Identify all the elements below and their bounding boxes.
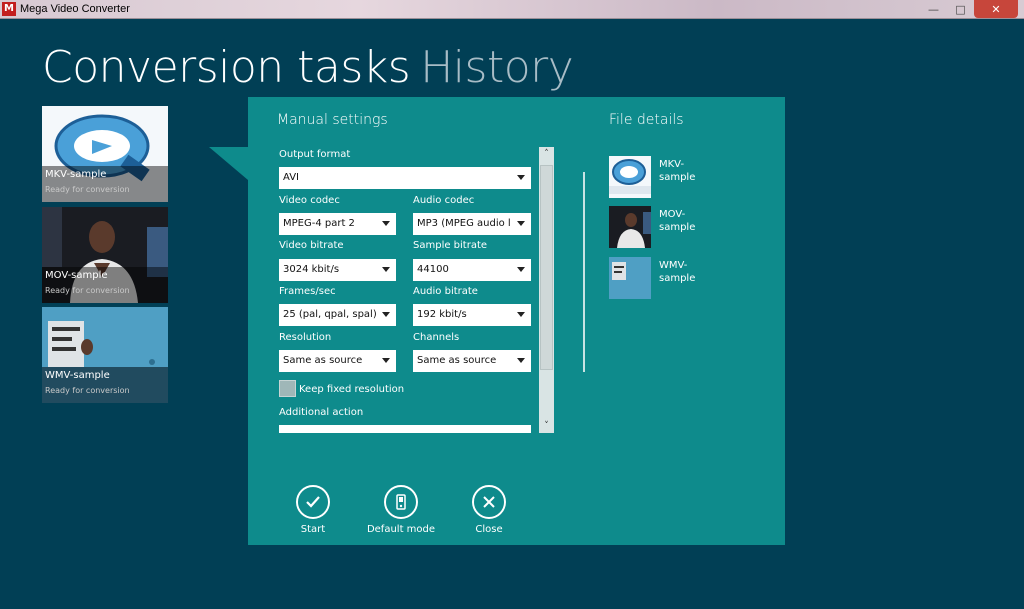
start-label: Start <box>300 524 326 535</box>
chevron-down-icon <box>517 267 525 272</box>
window-title-bar: M Mega Video Converter — □ ✕ <box>0 0 1024 19</box>
maximize-button[interactable]: □ <box>947 0 974 18</box>
default-mode-label: Default mode <box>366 524 436 535</box>
resolution-value: Same as source <box>283 355 363 366</box>
chevron-down-icon <box>517 312 525 317</box>
task-name: MKV-sample <box>45 169 107 180</box>
close-label: Close <box>475 524 503 535</box>
audio-bitrate-select[interactable]: 192 kbit/s <box>413 304 531 326</box>
chevron-down-icon <box>517 358 525 363</box>
output-format-label: Output format <box>279 149 351 160</box>
keep-fixed-resolution-label: Keep fixed resolution <box>299 384 405 395</box>
file-detail-item[interactable]: MKV-sample <box>609 156 779 198</box>
audio-codec-label: Audio codec <box>413 195 475 206</box>
chevron-down-icon <box>382 221 390 226</box>
task-status: Ready for conversion <box>45 286 130 295</box>
task-tile-mov[interactable]: MOV-sample Ready for conversion <box>42 207 168 303</box>
output-format-value: AVI <box>283 172 299 183</box>
close-icon <box>472 485 506 519</box>
audio-bitrate-label: Audio bitrate <box>413 286 478 297</box>
chevron-down-icon <box>517 221 525 226</box>
audio-codec-value: MP3 (MPEG audio lay <box>417 218 511 229</box>
person-video-thumbnail-icon <box>609 206 651 248</box>
video-thumbnail <box>609 206 651 248</box>
settings-form: Output format AVI Video codec Audio code… <box>279 147 532 433</box>
audio-codec-select[interactable]: MP3 (MPEG audio lay <box>413 213 531 235</box>
settings-panel: Manual settings File details Output form… <box>248 97 785 545</box>
file-details-title: File details <box>609 112 684 128</box>
video-bitrate-select[interactable]: 3024 kbit/s <box>279 259 396 281</box>
scrollbar-thumb[interactable] <box>540 165 553 370</box>
task-name: MOV-sample <box>45 270 108 281</box>
sample-bitrate-select[interactable]: 44100 <box>413 259 531 281</box>
app-logo-icon: M <box>2 2 16 16</box>
sign-video-thumbnail-icon <box>609 257 651 299</box>
frames-sec-value: 25 (pal, qpal, spal) <box>283 309 376 320</box>
file-detail-name: MKV-sample <box>659 159 696 183</box>
frames-sec-select[interactable]: 25 (pal, qpal, spal) <box>279 304 396 326</box>
close-button[interactable]: Close <box>449 485 529 535</box>
additional-action-label: Additional action <box>279 407 364 418</box>
task-status: Ready for conversion <box>45 386 130 395</box>
minimize-button[interactable]: — <box>920 0 947 18</box>
video-codec-value: MPEG-4 part 2 <box>283 218 355 229</box>
window-controls: — □ ✕ <box>920 0 1018 18</box>
start-button[interactable]: Start <box>273 485 353 535</box>
task-caption: WMV-sample Ready for conversion <box>42 367 168 403</box>
resolution-select[interactable]: Same as source <box>279 350 396 372</box>
window-title: Mega Video Converter <box>20 3 130 15</box>
channels-label: Channels <box>413 332 460 343</box>
default-mode-button[interactable]: Default mode <box>361 485 441 535</box>
audio-bitrate-value: 192 kbit/s <box>417 309 467 320</box>
chevron-down-icon <box>382 358 390 363</box>
video-thumbnail <box>609 257 651 299</box>
keep-fixed-resolution-checkbox[interactable] <box>279 380 296 397</box>
additional-action-select[interactable] <box>279 425 531 433</box>
sample-bitrate-label: Sample bitrate <box>413 240 488 251</box>
task-caption: MKV-sample Ready for conversion <box>42 166 168 202</box>
video-bitrate-label: Video bitrate <box>279 240 344 251</box>
channels-select[interactable]: Same as source <box>413 350 531 372</box>
device-icon <box>384 485 418 519</box>
video-bitrate-value: 3024 kbit/s <box>283 264 340 275</box>
close-window-button[interactable]: ✕ <box>974 0 1018 18</box>
video-codec-label: Video codec <box>279 195 340 206</box>
page-tabs: Conversion tasks History <box>42 42 574 93</box>
task-name: WMV-sample <box>45 370 110 381</box>
quicktime-logo-icon <box>609 156 651 198</box>
video-codec-select[interactable]: MPEG-4 part 2 <box>279 213 396 235</box>
panel-divider <box>583 172 585 372</box>
file-detail-item[interactable]: MOV-sample <box>609 206 779 248</box>
sample-bitrate-value: 44100 <box>417 264 449 275</box>
output-format-select[interactable]: AVI <box>279 167 531 189</box>
task-status: Ready for conversion <box>45 185 130 194</box>
task-tile-wmv[interactable]: WMV-sample Ready for conversion <box>42 307 168 403</box>
frames-sec-label: Frames/sec <box>279 286 336 297</box>
task-caption: MOV-sample Ready for conversion <box>42 267 168 303</box>
file-detail-name: MOV-sample <box>659 209 696 233</box>
panel-title: Manual settings <box>277 112 388 128</box>
task-tile-mkv[interactable]: MKV-sample Ready for conversion <box>42 106 168 202</box>
file-detail-item[interactable]: WMV-sample <box>609 257 779 299</box>
scroll-up-icon[interactable]: ˄ <box>539 147 554 161</box>
panel-pointer <box>209 147 248 180</box>
checkmark-icon <box>296 485 330 519</box>
tab-history[interactable]: History <box>420 42 574 93</box>
scroll-down-icon[interactable]: ˅ <box>539 419 554 433</box>
resolution-label: Resolution <box>279 332 332 343</box>
chevron-down-icon <box>517 175 525 180</box>
chevron-down-icon <box>382 312 390 317</box>
settings-scrollbar[interactable]: ˄ ˅ <box>539 147 554 433</box>
tab-conversion-tasks[interactable]: Conversion tasks <box>42 42 411 93</box>
file-detail-name: WMV-sample <box>659 260 696 284</box>
chevron-down-icon <box>382 267 390 272</box>
channels-value: Same as source <box>417 355 497 366</box>
quicktime-thumbnail <box>609 156 651 198</box>
